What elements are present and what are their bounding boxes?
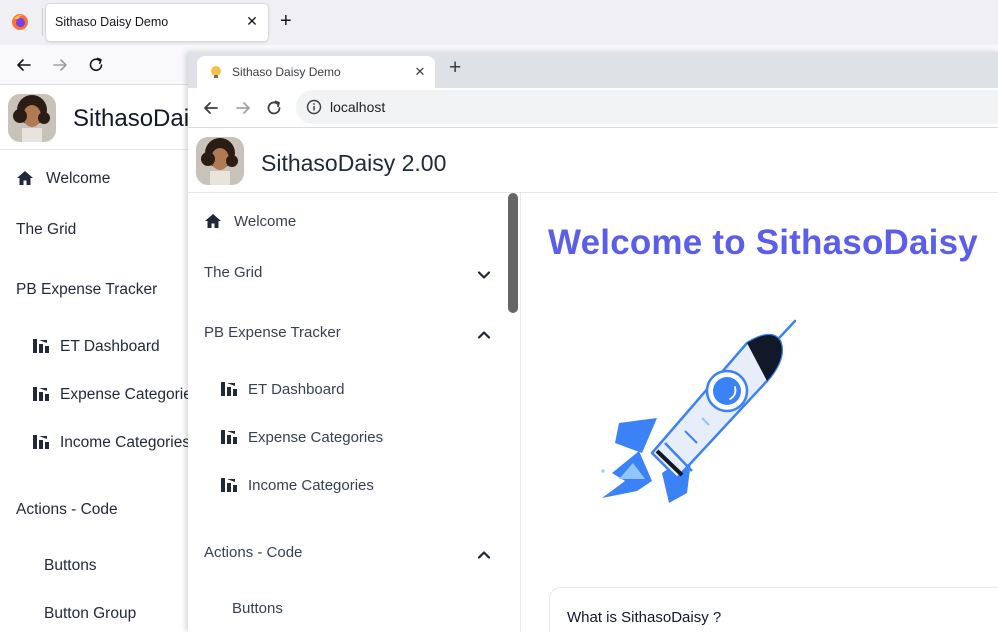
reload-icon[interactable] (264, 98, 284, 118)
sidebar-item-label: Income Categories (60, 434, 191, 451)
chrome-tab-title: Sithaso Daisy Demo (232, 65, 341, 79)
back-sidebar-item-buttons[interactable]: Buttons (44, 557, 97, 575)
back-sidebar-item-expense-tracker[interactable]: PB Expense Tracker (16, 281, 157, 299)
forward-arrow-icon[interactable] (233, 98, 253, 118)
sidebar-item-buttons[interactable]: Buttons (232, 600, 283, 617)
sidebar-item-the-grid[interactable]: The Grid (204, 264, 262, 281)
rocket-illustration (601, 319, 797, 503)
reload-icon[interactable] (85, 54, 107, 76)
chrome-window: Sithaso Daisy Demo ✕ + localhost Sithaso… (188, 52, 998, 632)
sidebar-item-actions-code[interactable]: Actions - Code (204, 544, 302, 561)
forward-arrow-icon[interactable] (49, 54, 71, 76)
sidebar-item-label: Welcome (46, 170, 111, 187)
main-content: Welcome to SithasoDaisy What is SithasoD… (522, 193, 998, 632)
back-app-header: SithasoDai (0, 86, 200, 150)
app-title: SithasoDaisy 2.00 (261, 150, 447, 176)
sidebar-item-label: Income Categories (248, 477, 374, 494)
chrome-tab-strip: Sithaso Daisy Demo ✕ + (188, 52, 998, 88)
back-sidebar-item-button-group[interactable]: Button Group (44, 605, 136, 623)
firefox-active-tab[interactable]: Sithaso Daisy Demo ✕ (46, 4, 268, 41)
chevron-down-icon[interactable] (477, 268, 491, 282)
info-icon[interactable] (306, 99, 322, 115)
sidebar: Welcome The Grid PB Expense Tracker ET D… (188, 193, 521, 632)
chart-icon (221, 382, 237, 396)
avatar (196, 137, 244, 185)
chart-icon (33, 435, 49, 449)
tab-separator (42, 8, 43, 36)
new-tab-plus-icon[interactable]: + (449, 57, 461, 78)
sidebar-item-label: Expense Categories (248, 429, 384, 446)
chart-icon (221, 430, 237, 444)
avatar (8, 94, 56, 142)
back-sidebar-item-actions-code[interactable]: Actions - Code (16, 501, 118, 519)
chrome-toolbar: localhost (188, 88, 998, 128)
chevron-up-icon[interactable] (477, 328, 491, 342)
back-sidebar-item-the-grid[interactable]: The Grid (16, 221, 76, 239)
back-arrow-icon[interactable] (201, 98, 221, 118)
close-icon[interactable]: ✕ (243, 12, 261, 30)
sidebar-item-label: ET Dashboard (248, 381, 345, 398)
address-bar[interactable]: localhost (296, 90, 998, 124)
chrome-active-tab[interactable]: Sithaso Daisy Demo ✕ (197, 56, 435, 88)
chart-icon (33, 339, 49, 353)
new-tab-plus-icon[interactable]: + (280, 11, 292, 31)
back-arrow-icon[interactable] (13, 54, 35, 76)
home-icon (205, 214, 221, 228)
firefox-logo-icon[interactable] (11, 13, 29, 31)
sidebar-item-label: Expense Categorie (60, 386, 192, 403)
firefox-tab-strip: Sithaso Daisy Demo ✕ + (0, 0, 998, 45)
chevron-up-icon[interactable] (477, 548, 491, 562)
home-icon (17, 171, 33, 185)
chart-icon (221, 478, 237, 492)
back-app-title: SithasoDai (73, 105, 190, 132)
url-text: localhost (330, 99, 386, 115)
chart-icon (33, 387, 49, 401)
firefox-tab-title: Sithaso Daisy Demo (55, 15, 169, 29)
close-icon[interactable]: ✕ (411, 63, 429, 81)
page-title: Welcome to SithasoDaisy (548, 223, 978, 262)
app-header: SithasoDaisy 2.00 (188, 129, 998, 193)
info-card: What is SithasoDaisy ? (549, 587, 998, 632)
sidebar-item-label: ET Dashboard (60, 338, 160, 355)
sidebar-item-expense-tracker[interactable]: PB Expense Tracker (204, 324, 341, 341)
sidebar-scrollbar-thumb[interactable] (508, 193, 518, 313)
back-sidebar: Welcome The Grid PB Expense Tracker ET D… (0, 150, 200, 632)
favicon-icon (211, 66, 221, 78)
card-title: What is SithasoDaisy ? (567, 609, 722, 626)
sidebar-item-label: Welcome (234, 213, 297, 230)
